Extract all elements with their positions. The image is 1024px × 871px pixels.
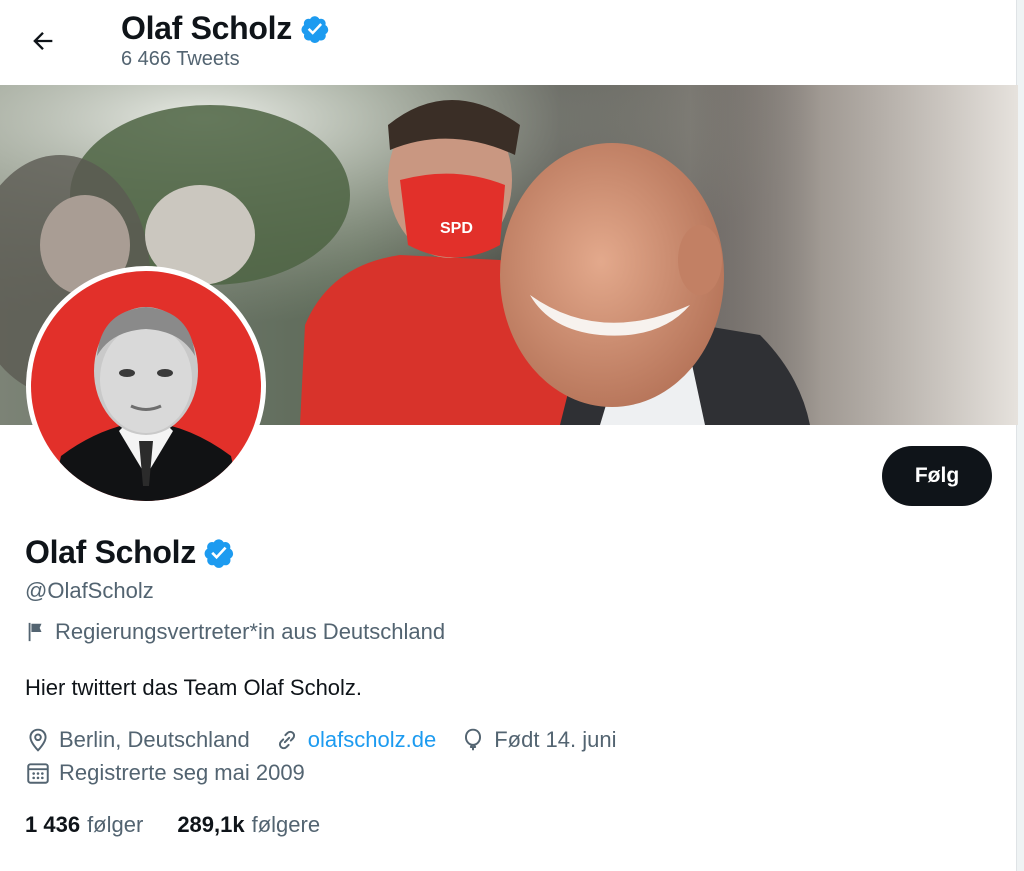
display-name-row: Olaf Scholz <box>25 534 235 571</box>
profile-avatar[interactable] <box>26 266 266 506</box>
followers-label: følgere <box>251 812 321 837</box>
profile-bio: Hier twittert das Team Olaf Scholz. <box>25 675 363 700</box>
follow-button[interactable]: Følg <box>882 446 992 506</box>
profile-header: Olaf Scholz 6 466 Tweets <box>0 0 1016 84</box>
location-item: Berlin, Deutschland <box>25 727 250 753</box>
svg-text:SPD: SPD <box>440 220 473 237</box>
account-label-text: Regierungsvertreter*in aus Deutschland <box>55 619 446 644</box>
balloon-icon <box>465 728 482 751</box>
back-button[interactable] <box>26 24 60 58</box>
header-title: Olaf Scholz <box>121 10 330 47</box>
avatar-photo <box>31 271 261 501</box>
follow-stats: 1 436 følger 289,1k følgere <box>25 812 354 838</box>
account-label[interactable]: Regierungsvertreter*in aus Deutschland <box>25 619 445 645</box>
profile-meta: Berlin, Deutschland olafscholz.de Født 1… <box>25 727 640 753</box>
header-name: Olaf Scholz <box>121 10 292 46</box>
calendar-icon <box>27 763 49 784</box>
location-icon <box>29 728 47 752</box>
location-text: Berlin, Deutschland <box>59 727 250 752</box>
verified-badge-icon[interactable] <box>203 537 235 569</box>
link-icon <box>278 730 295 750</box>
website-link[interactable]: olafscholz.de <box>308 727 436 753</box>
birthday-text: Født 14. juni <box>494 727 617 752</box>
following-count: 1 436 <box>25 812 81 837</box>
birthday-item: Født 14. juni <box>460 727 616 753</box>
flag-icon <box>28 622 42 642</box>
display-name: Olaf Scholz <box>25 534 196 570</box>
joined-text: Registrerte seg mai 2009 <box>59 760 305 785</box>
joined-item: Registrerte seg mai 2009 <box>25 760 305 786</box>
following-link[interactable]: 1 436 følger <box>25 812 143 838</box>
website-item: olafscholz.de <box>274 727 436 753</box>
following-label: følger <box>87 812 144 837</box>
profile-handle: @OlafScholz <box>25 578 154 603</box>
tweet-count: 6 466 Tweets <box>121 48 240 70</box>
verified-badge-icon <box>301 15 329 43</box>
back-arrow-icon <box>33 32 53 50</box>
followers-link[interactable]: 289,1k følgere <box>177 812 320 838</box>
followers-count: 289,1k <box>177 812 245 837</box>
